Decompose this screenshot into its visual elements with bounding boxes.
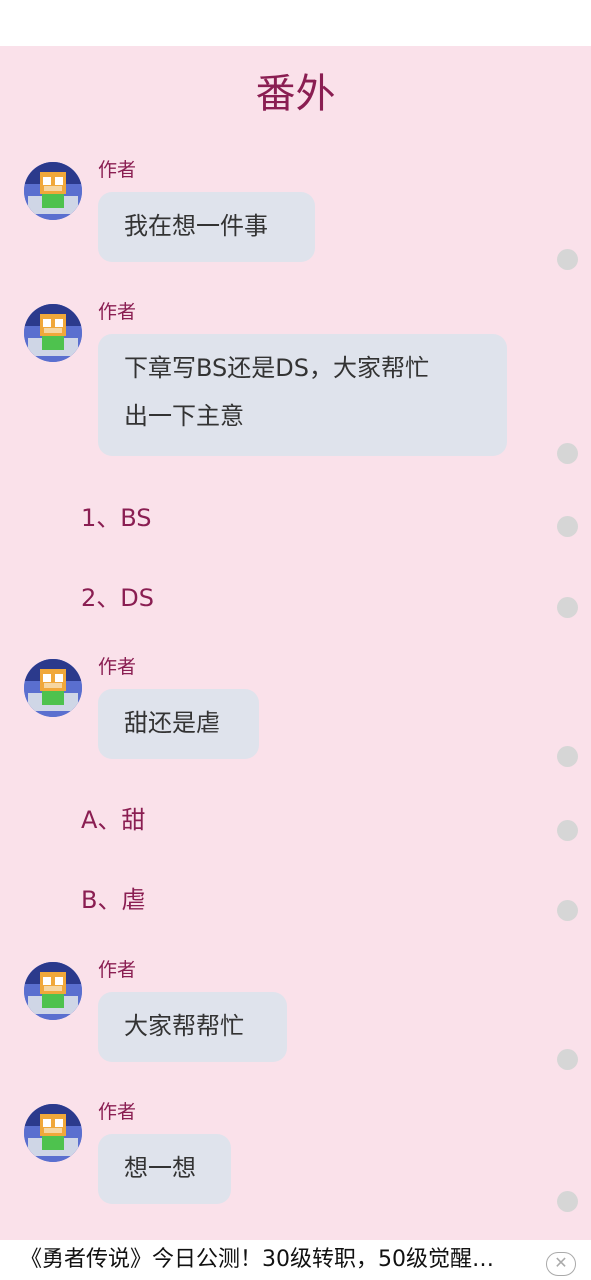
reaction-dot[interactable] — [557, 597, 578, 618]
top-strip — [0, 0, 591, 46]
author-avatar[interactable] — [24, 1104, 82, 1162]
message-bubble[interactable]: 我在想一件事 — [98, 192, 315, 262]
reaction-dot[interactable] — [557, 900, 578, 921]
page-title: 番外 — [255, 71, 336, 117]
message-text: 甜还是虐 — [124, 709, 220, 737]
author-name: 作者 — [98, 959, 137, 981]
message-bubble[interactable]: 下章写BS还是DS，大家帮忙 出一下主意 — [98, 334, 507, 456]
author-name: 作者 — [98, 1101, 137, 1123]
close-icon[interactable]: ✕ — [546, 1252, 576, 1276]
ad-text[interactable]: 《勇者传说》今日公测！30级转职，50级觉醒… — [20, 1244, 540, 1276]
reaction-dot[interactable] — [557, 820, 578, 841]
message-bubble[interactable]: 大家帮帮忙 — [98, 992, 287, 1062]
reaction-dot[interactable] — [557, 746, 578, 767]
option-text: B、虐 — [81, 886, 146, 914]
author-name: 作者 — [98, 301, 137, 323]
author-name: 作者 — [98, 656, 137, 678]
option-text: 1、BS — [81, 504, 152, 532]
message-text: 我在想一件事 — [124, 212, 268, 240]
reaction-dot[interactable] — [557, 1191, 578, 1212]
message-text: 大家帮帮忙 — [124, 1012, 244, 1040]
author-avatar[interactable] — [24, 659, 82, 717]
reaction-dot[interactable] — [557, 249, 578, 270]
reaction-dot[interactable] — [557, 516, 578, 537]
message-bubble[interactable]: 甜还是虐 — [98, 689, 259, 759]
author-avatar[interactable] — [24, 304, 82, 362]
chat-area[interactable]: 番外 作者 我在想一件事 作者 下章写BS还是DS，大家帮忙 出一下主意 1、B… — [0, 46, 591, 1240]
message-bubble[interactable]: 想一想 — [98, 1134, 231, 1204]
author-avatar[interactable] — [24, 962, 82, 1020]
option-text: A、甜 — [81, 806, 146, 834]
message-text-line: 出一下主意 — [124, 402, 244, 430]
reaction-dot[interactable] — [557, 1049, 578, 1070]
reaction-dot[interactable] — [557, 443, 578, 464]
option-text: 2、DS — [81, 584, 154, 612]
message-text-line: 下章写BS还是DS，大家帮忙 — [124, 354, 429, 382]
ad-banner[interactable]: 《勇者传说》今日公测！30级转职，50级觉醒… ✕ — [0, 1240, 591, 1280]
message-text: 想一想 — [124, 1154, 196, 1182]
author-avatar[interactable] — [24, 162, 82, 220]
author-name: 作者 — [98, 159, 137, 181]
